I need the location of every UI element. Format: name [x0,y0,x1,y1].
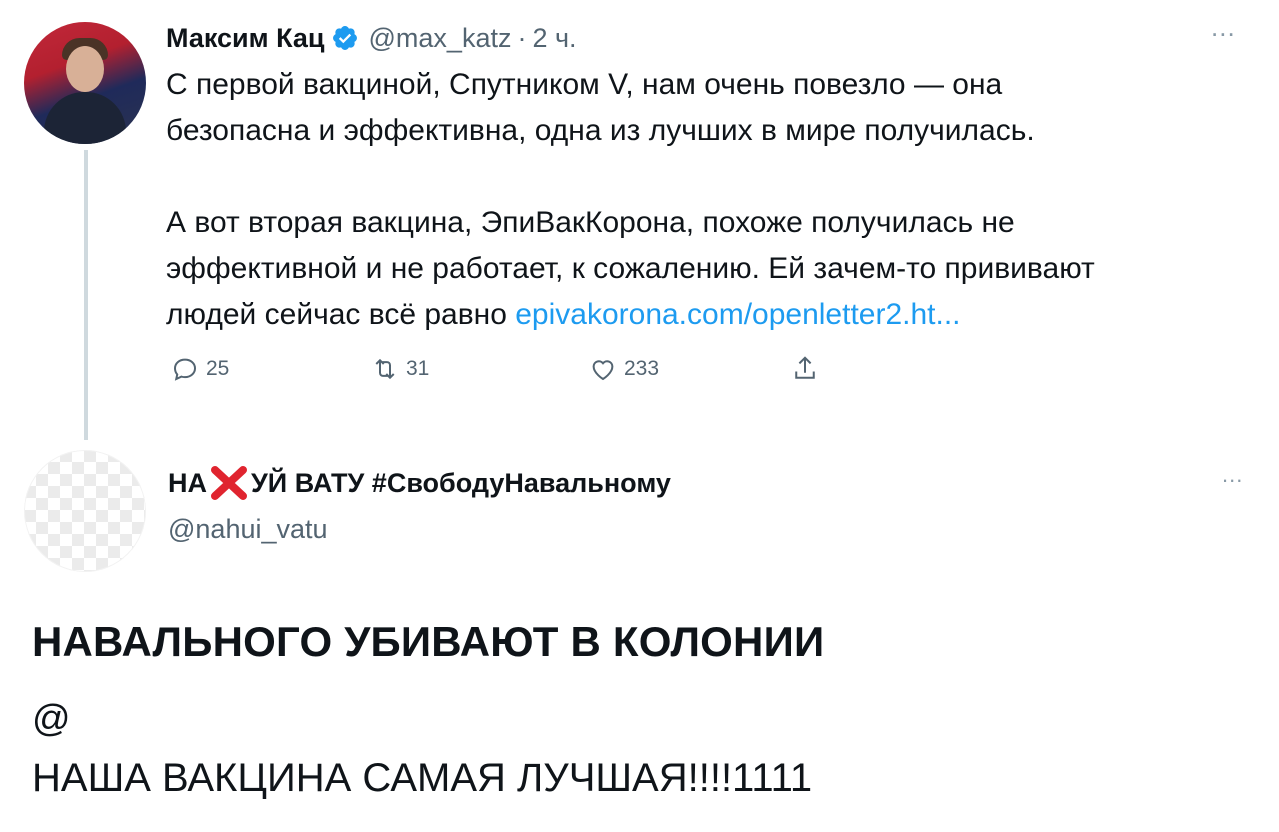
author-name[interactable]: НА УЙ ВАТУ #СвободуНавальному [168,466,671,500]
author-name-suffix: УЙ ВАТУ #СвободуНавальному [251,467,671,498]
tweet-text-at: @ [32,698,71,740]
share-button[interactable] [790,354,826,384]
tweet-actions: 25 31 233 [170,354,870,390]
retweet-icon [375,358,395,380]
avatar-face [66,46,104,92]
avatar-placeholder[interactable] [24,450,146,572]
author-handle[interactable]: @nahui_vatu [168,514,328,545]
tweet-text-line: людей сейчас всё равно epivakorona.com/o… [166,292,1246,338]
retweet-count: 31 [406,357,430,380]
like-button[interactable]: 233 [588,354,659,384]
tweet-text-headline: НАВАЛЬНОГО УБИВАЮТ В КОЛОНИИ [32,618,825,665]
more-options-icon[interactable]: ... [1211,12,1236,43]
reply-icon [173,358,197,381]
verified-badge-icon [332,26,357,50]
tweet-text-tagline: НАША ВАКЦИНА САМАЯ ЛУЧШАЯ!!!!1111 [32,756,813,800]
external-link[interactable]: epivakorona.com/openletter2.ht... [515,298,960,331]
retweet-button[interactable]: 31 [370,354,429,384]
timestamp[interactable]: 2 ч. [532,23,576,54]
tweet-text-line: безопасна и эффективна, одна из лучших в… [166,114,1035,147]
avatar-suit [44,92,126,144]
tweet-text-line: эффективной и не работает, к сожалению. … [166,252,1095,285]
tweet-text: С первой вакциной, Спутником V, нам очен… [166,62,1246,338]
thread-connector-line [84,150,88,440]
more-options-icon[interactable]: ... [1222,462,1243,488]
like-count: 233 [624,357,660,380]
author-name[interactable]: Максим Кац [166,23,325,54]
tweet-header: Максим Кац @max_katz · 2 ч. [166,20,577,56]
tweet-maxkatz[interactable]: Максим Кац @max_katz · 2 ч. ... С первой… [0,0,1279,440]
tweet-text-line: А вот вторая вакцина, ЭпиВакКорона, похо… [166,206,1015,239]
avatar[interactable] [24,22,146,144]
author-handle[interactable]: @max_katz [369,23,512,54]
reply-button[interactable]: 25 [170,354,229,384]
reply-count: 25 [206,357,230,380]
author-name-prefix: НА [168,467,207,498]
share-icon [795,356,815,379]
tweet-text-prefix: людей сейчас всё равно [166,298,516,331]
separator-dot: · [517,22,527,53]
tweet-nahui-vatu[interactable]: НА УЙ ВАТУ #СвободуНавальному @nahui_vat… [0,440,1279,832]
heart-icon [592,360,614,381]
red-cross-icon [211,466,247,500]
tweet-text-line: С первой вакциной, Спутником V, нам очен… [166,68,1003,101]
